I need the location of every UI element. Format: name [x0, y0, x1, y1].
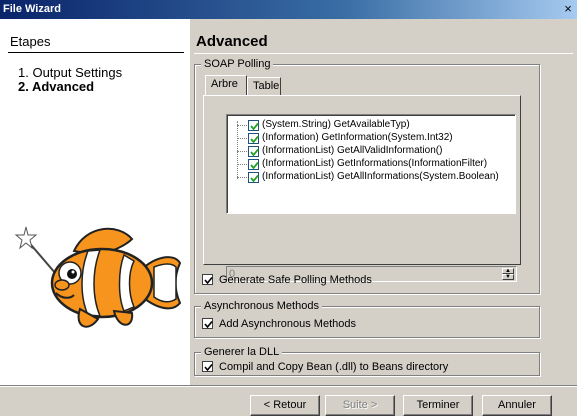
check-icon	[250, 135, 259, 144]
method-checkbox[interactable]	[248, 172, 259, 183]
method-label: (InformationList) GetAllValidInformation…	[262, 145, 443, 156]
page-title: Advanced	[196, 33, 268, 50]
checkbox-box[interactable]	[202, 318, 213, 329]
tree-connector	[237, 138, 247, 139]
tab-arbre[interactable]: Arbre	[205, 75, 247, 95]
back-button[interactable]: < Retour	[250, 395, 320, 416]
page-title-divider	[194, 53, 573, 54]
checkbox-box[interactable]	[202, 274, 213, 285]
generer-dll-legend: Generer la DLL	[201, 346, 283, 358]
button-bar-divider	[0, 385, 577, 387]
steps-heading: Etapes	[10, 34, 51, 49]
method-checkbox[interactable]	[248, 120, 259, 131]
steps-divider	[8, 52, 184, 53]
arbre-tab-panel: (System.String) GetAvailableTyp) (Informa…	[203, 95, 521, 282]
window-title: File Wizard	[3, 3, 61, 15]
steps-panel: Etapes 1. Output Settings 2. Advanced	[0, 19, 190, 385]
method-checkbox[interactable]	[248, 146, 259, 157]
spinner-down-icon[interactable]: ▼	[502, 274, 514, 280]
method-checkbox[interactable]	[248, 159, 259, 170]
add-asynchronous-methods-label: Add Asynchronous Methods	[219, 318, 356, 330]
step-advanced: 2. Advanced	[18, 79, 95, 94]
check-icon	[250, 174, 259, 183]
next-button[interactable]: Suite >	[325, 395, 395, 416]
compile-copy-bean-label: Compil and Copy Bean (.dll) to Beans dir…	[219, 361, 449, 373]
clownfish-mascot-illustration	[14, 226, 182, 328]
check-icon	[204, 320, 213, 329]
methods-tree[interactable]: (System.String) GetAvailableTyp) (Informa…	[226, 114, 516, 214]
soap-polling-legend: SOAP Polling	[201, 58, 274, 70]
soap-polling-group: SOAP Polling Arbre Table (System.String)…	[194, 58, 540, 294]
check-icon	[250, 148, 259, 157]
tree-connector	[237, 164, 247, 165]
asynchronous-methods-legend: Asynchronous Methods	[201, 300, 322, 312]
generate-safe-polling-label: Generate Safe Polling Methods	[219, 274, 372, 286]
spinner-arrows[interactable]: ▲ ▼	[502, 268, 514, 280]
tree-connector	[237, 121, 238, 179]
step-output-settings: 1. Output Settings	[18, 65, 123, 80]
tree-connector	[237, 151, 247, 152]
check-icon	[250, 161, 259, 170]
check-icon	[250, 122, 259, 131]
tab-table[interactable]: Table	[247, 77, 281, 95]
check-icon	[204, 363, 213, 372]
close-icon[interactable]: ×	[561, 2, 575, 16]
cancel-button[interactable]: Annuler	[482, 395, 552, 416]
tree-connector	[237, 125, 247, 126]
check-icon	[204, 276, 213, 285]
method-label: (Information) GetInformation(System.Int3…	[262, 132, 453, 143]
window-titlebar: File Wizard ×	[0, 0, 577, 19]
method-checkbox[interactable]	[248, 133, 259, 144]
method-label: (InformationList) GetInformations(Inform…	[262, 158, 488, 169]
method-label: (System.String) GetAvailableTyp)	[262, 119, 410, 130]
tree-connector	[237, 177, 247, 178]
advanced-page: Advanced SOAP Polling Arbre Table (Syste…	[190, 19, 577, 385]
checkbox-box[interactable]	[202, 361, 213, 372]
finish-button[interactable]: Terminer	[403, 395, 473, 416]
method-label: (InformationList) GetAllInformations(Sys…	[262, 171, 499, 182]
